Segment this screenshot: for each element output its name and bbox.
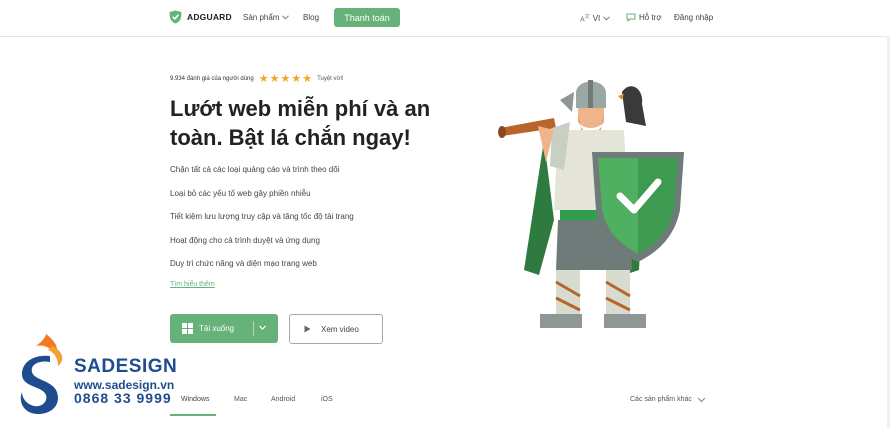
star-icon: ★ [302, 73, 313, 85]
star-icon: ★ [280, 73, 291, 85]
feature-list: Chặn tất cả các loại quảng cáo và trình … [170, 164, 354, 282]
viking-mascot-illustration [498, 80, 684, 328]
feature-item: Tiết kiệm lưu lượng truy cập và tăng tốc… [170, 212, 354, 221]
chevron-down-icon [697, 397, 706, 402]
nav-products[interactable]: Sản phẩm [243, 13, 290, 22]
chevron-down-icon [282, 15, 290, 20]
nav-blog-label: Blog [303, 13, 320, 22]
star-icon: ★ [269, 73, 280, 85]
chevron-down-icon[interactable] [258, 323, 267, 332]
chat-icon [626, 13, 636, 22]
nav-login[interactable]: Đăng nhập [674, 13, 713, 22]
learn-more-link[interactable]: Tìm hiểu thêm [170, 281, 215, 288]
shield-logo-icon [169, 10, 182, 24]
star-icon: ★ [291, 73, 302, 85]
rating-row: 9.934 đánh giá của người dùng ★ ★ ★ ★ ★ … [170, 73, 344, 85]
nav-support-label: Hỗ trợ [639, 13, 662, 22]
play-icon [304, 325, 311, 333]
tab-windows[interactable]: Windows [181, 396, 209, 403]
nav-support[interactable]: Hỗ trợ [626, 13, 662, 22]
button-divider [253, 321, 254, 336]
nav-products-label: Sản phẩm [243, 13, 280, 22]
download-label: Tải xuống [199, 324, 235, 333]
brand-name: ADGUARD [187, 12, 232, 22]
hero-title: Lướt web miễn phí và an toàn. Bật lá chắ… [170, 96, 431, 150]
translate-icon: A文 [580, 14, 590, 24]
download-button[interactable]: Tải xuống [170, 314, 278, 343]
rating-count: 9.934 đánh giá của người dùng [170, 76, 254, 82]
watermark-phone: 0868 33 9999 [74, 390, 172, 406]
watermark-name: SADESIGN [74, 356, 178, 377]
adguard-logo[interactable]: ADGUARD [169, 10, 232, 24]
nav-login-label: Đăng nhập [674, 13, 714, 22]
chevron-down-icon [603, 16, 611, 21]
watch-video-label: Xem video [321, 324, 359, 334]
tab-mac[interactable]: Mac [234, 396, 247, 403]
tab-android[interactable]: Android [271, 396, 295, 403]
other-products-dropdown[interactable]: Các sản phẩm khác [630, 396, 706, 403]
star-icon: ★ [258, 73, 269, 85]
rating-label: Tuyệt vời! [317, 76, 344, 82]
language-label: VI [592, 13, 601, 23]
feature-item: Hoạt động cho cả trình duyệt và ứng dụng [170, 235, 320, 245]
feature-item: Chặn tất cả các loại quảng cáo và trình … [170, 165, 340, 174]
sadesign-logo-icon [20, 334, 63, 414]
feature-item: Loại bỏ các yếu tố web gây phiền nhiễu [170, 188, 311, 198]
sadesign-watermark: SADESIGN www.sadesign.vn 0868 33 9999 [14, 332, 184, 416]
rating-stars: ★ ★ ★ ★ ★ [258, 73, 313, 85]
site-header: ADGUARD Sản phẩm Blog Thanh toán A文 VI H… [0, 0, 890, 37]
language-selector[interactable]: A文 VI [580, 13, 611, 24]
other-products-label: Các sản phẩm khác [630, 396, 692, 403]
checkout-button[interactable]: Thanh toán [334, 8, 400, 27]
watch-video-button[interactable]: Xem video [289, 314, 383, 344]
nav-blog[interactable]: Blog [303, 13, 319, 22]
tab-ios[interactable]: iOS [321, 396, 333, 403]
feature-item: Duy trì chức năng và diện mạo trang web [170, 259, 317, 268]
